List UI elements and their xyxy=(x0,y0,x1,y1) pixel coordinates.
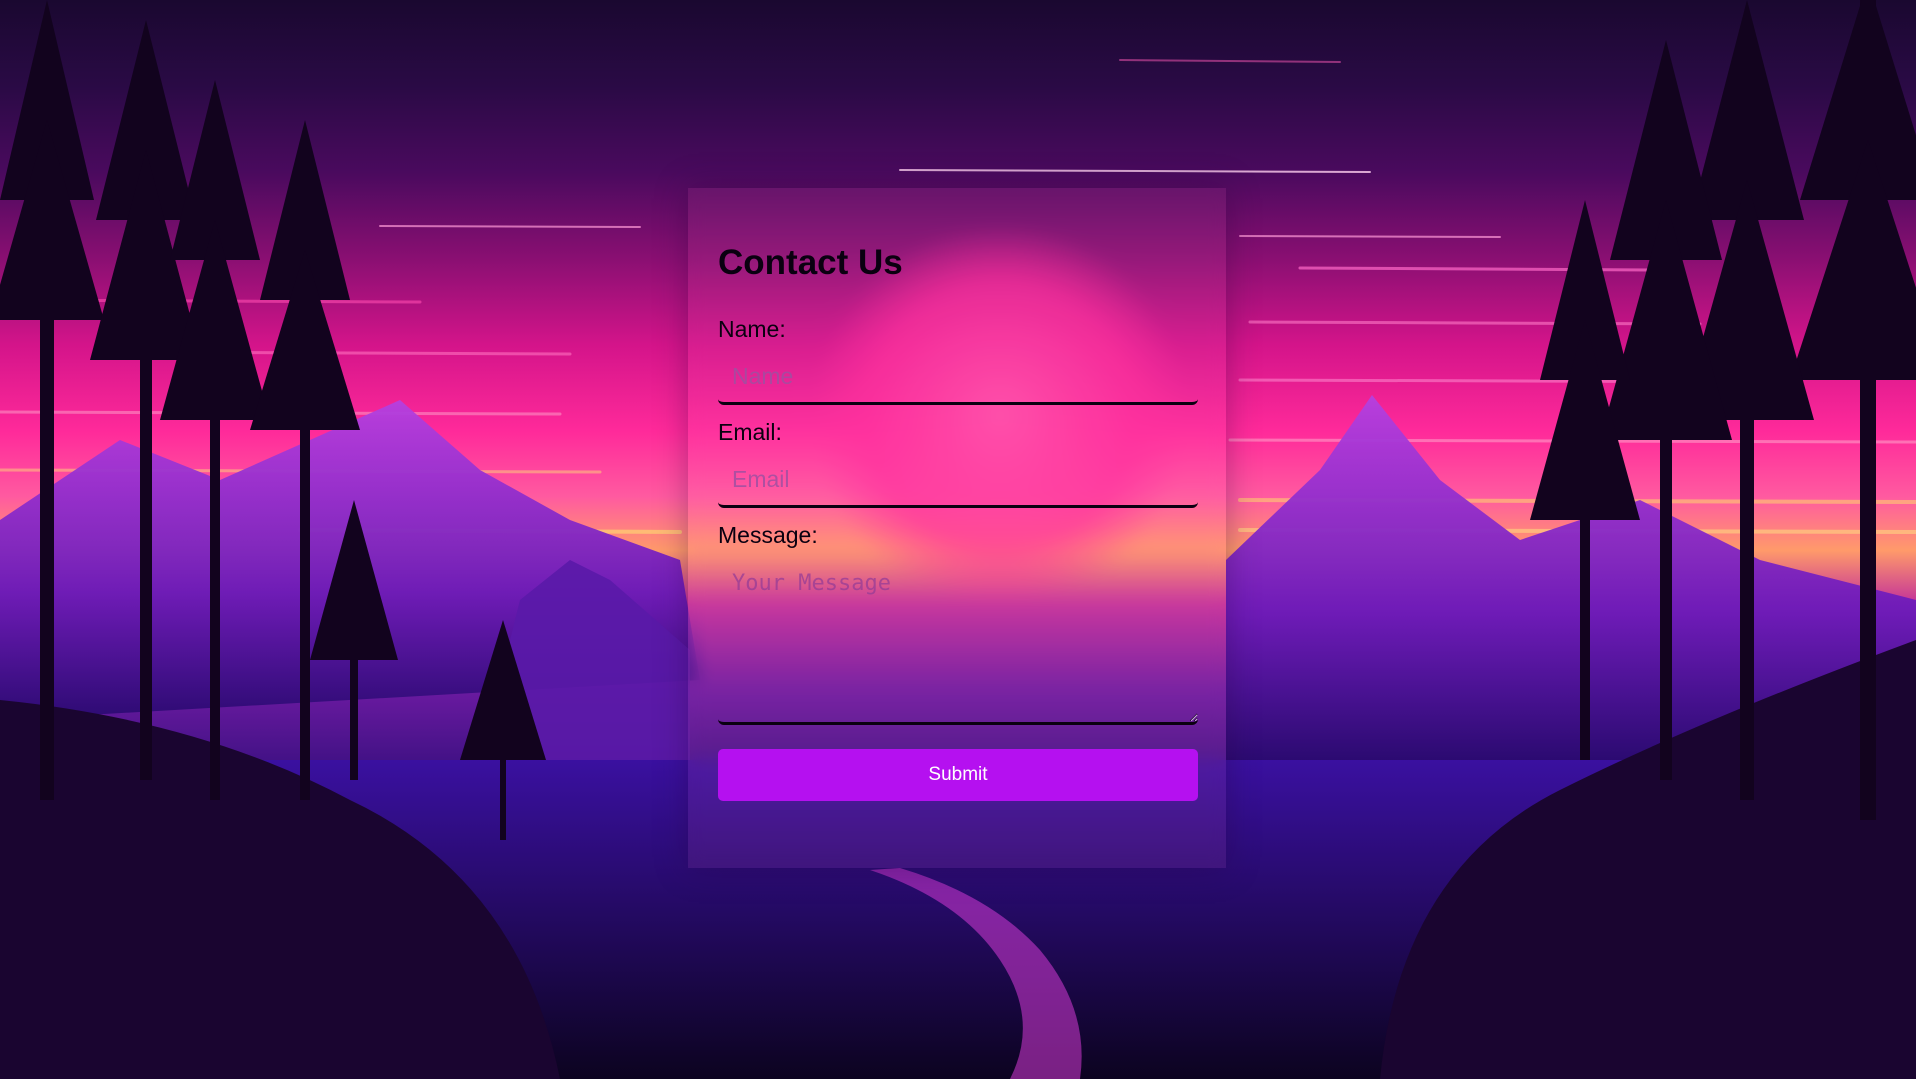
email-label: Email: xyxy=(718,419,782,445)
page-title: Contact Us xyxy=(718,243,903,282)
message-label: Message: xyxy=(718,522,818,548)
page: Contact Us Name: Email: Message: Submit xyxy=(0,0,1916,1079)
submit-button[interactable]: Submit xyxy=(718,749,1198,801)
contact-card: Contact Us Name: Email: Message: Submit xyxy=(688,188,1226,868)
name-label: Name: xyxy=(718,316,786,342)
message-textarea[interactable] xyxy=(718,557,1198,725)
email-input[interactable] xyxy=(718,454,1198,508)
name-input[interactable] xyxy=(718,351,1198,405)
